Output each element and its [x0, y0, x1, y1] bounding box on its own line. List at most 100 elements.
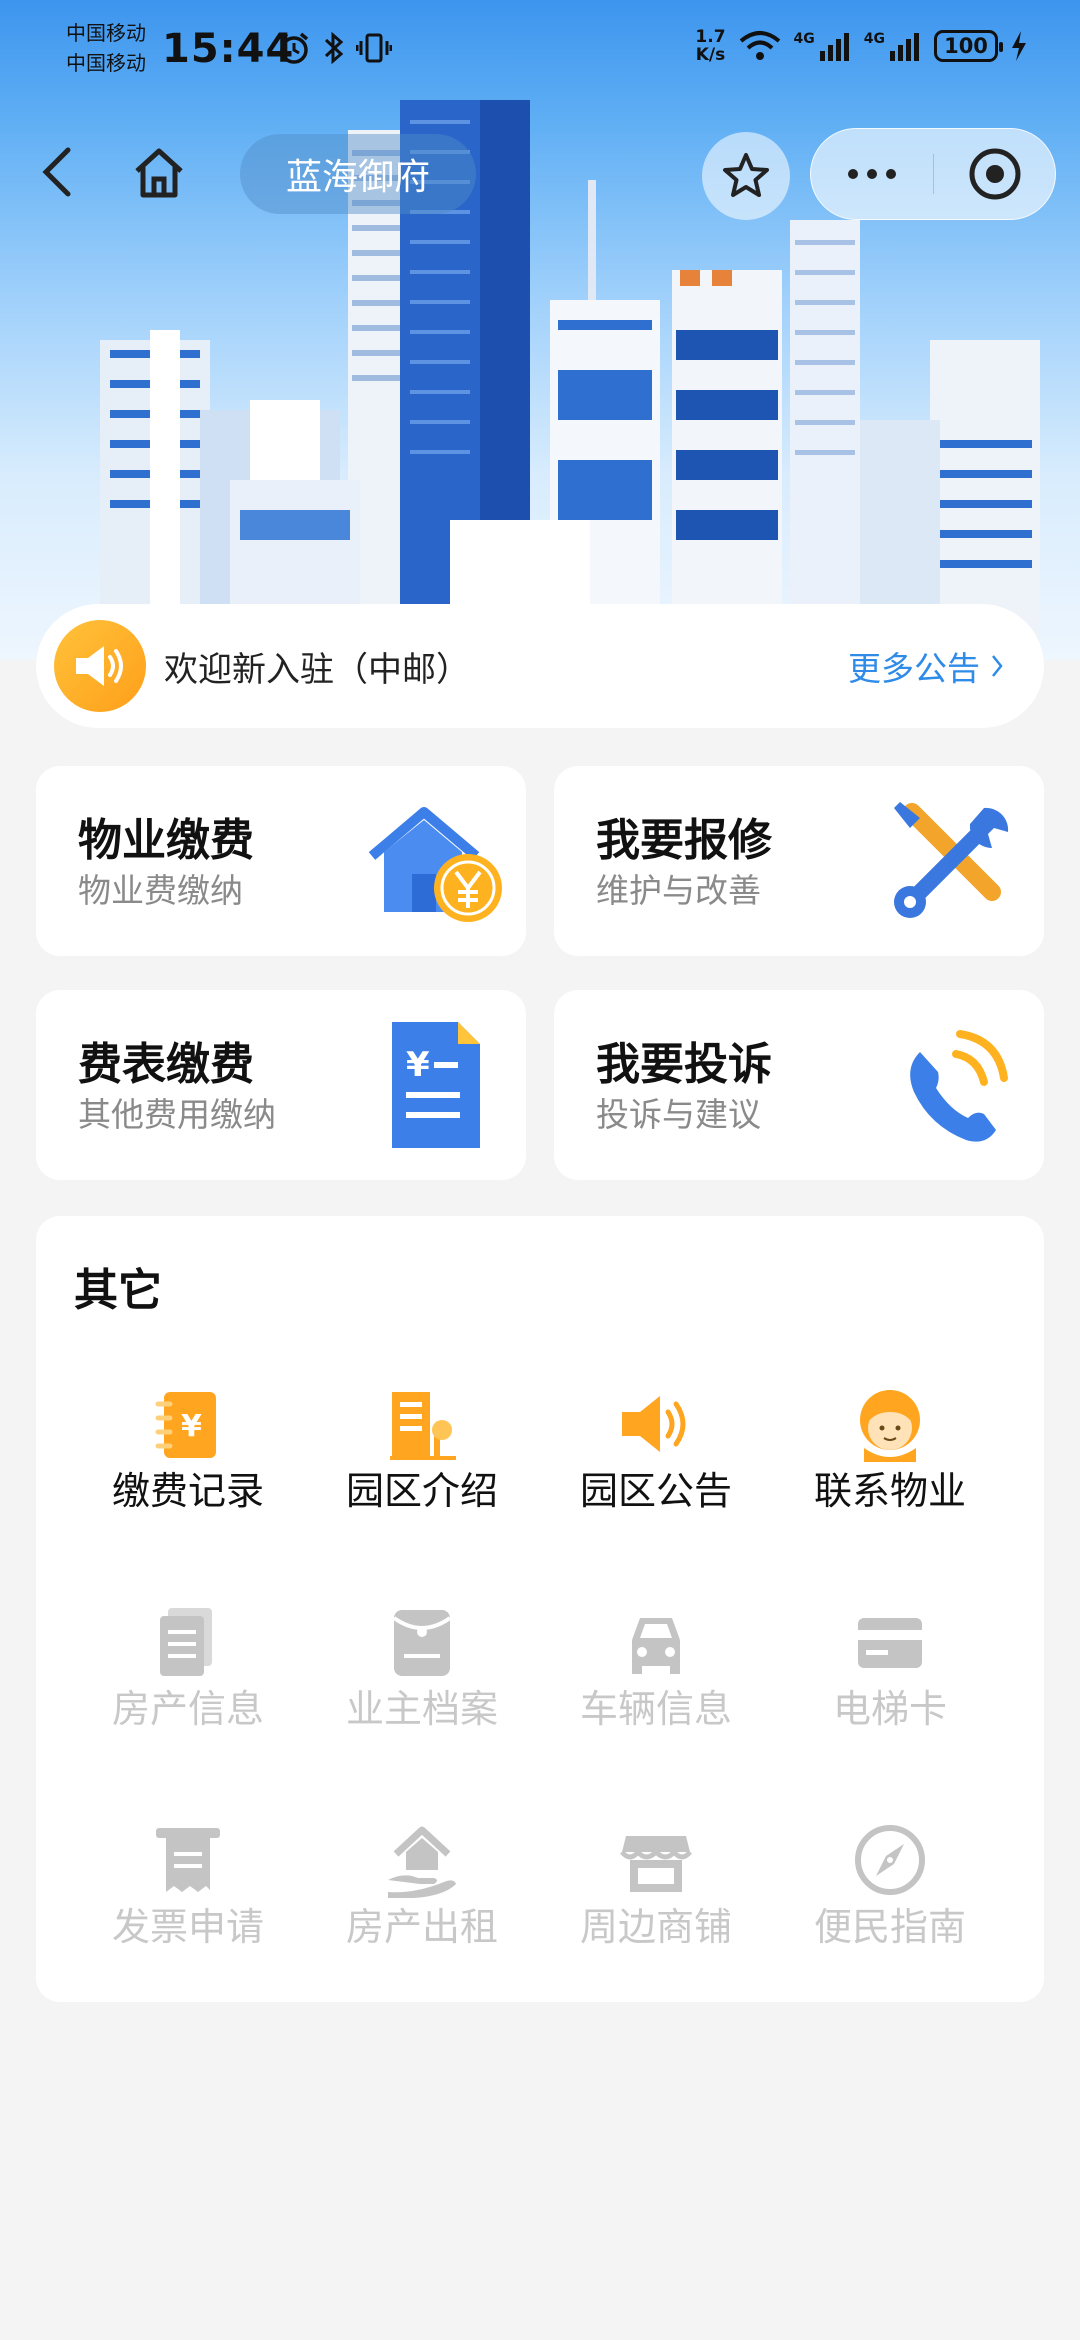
battery-level: 100: [944, 34, 988, 58]
svg-text:¥: ¥: [181, 1409, 202, 1444]
compass-icon: [855, 1825, 925, 1895]
notice-text: 欢迎新入驻（中邮）: [164, 649, 470, 690]
tools-icon: [894, 802, 1009, 918]
more-dot-icon: [886, 169, 896, 179]
grid-item-label: 房产信息: [111, 1687, 264, 1731]
service-card-repair[interactable]: 我要报修 维护与改善: [554, 766, 1044, 956]
grid-item-label: 电梯卡: [832, 1687, 947, 1731]
card-title: 物业缴费: [78, 815, 254, 866]
grid-item-invoice-request[interactable]: 发票申请: [88, 1822, 288, 1982]
notice-bar[interactable]: 欢迎新入驻（中邮） 更多公告: [36, 604, 1044, 728]
wifi-icon: [739, 31, 780, 60]
home-button[interactable]: [128, 142, 190, 204]
more-button[interactable]: [811, 128, 933, 220]
card-subtitle: 维护与改善: [596, 871, 761, 910]
network-type-1: 4G: [793, 31, 815, 47]
more-dot-icon: [848, 169, 858, 179]
network-speed-value: 1.7: [695, 27, 726, 47]
grid-item-label: 联系物业: [813, 1469, 966, 1513]
carrier-2: 中国移动: [66, 51, 146, 75]
charging-icon: [1012, 31, 1026, 61]
others-panel: 其它 ¥ 缴费记录 园区介绍 园区公告 联系物业 房产信息 业主档案 车辆信息 …: [36, 1216, 1044, 2002]
card-title: 费表缴费: [78, 1039, 254, 1090]
card-title: 我要投诉: [596, 1039, 772, 1090]
close-miniprogram-button[interactable]: [934, 128, 1055, 220]
payment-record-icon: ¥: [155, 1392, 216, 1458]
service-card-complaint[interactable]: 我要投诉 投诉与建议: [554, 990, 1044, 1180]
section-title: 其它: [74, 1265, 162, 1316]
grid-item-label: 发票申请: [111, 1905, 264, 1949]
grid-item-label: 园区介绍: [345, 1469, 498, 1513]
grid-item-vehicle-info[interactable]: 车辆信息: [556, 1604, 756, 1764]
house-yen-icon: [368, 807, 502, 922]
grid-item-elevator-card[interactable]: 电梯卡: [790, 1604, 990, 1764]
card-subtitle: 其他费用缴纳: [78, 1095, 276, 1134]
card-subtitle: 物业费缴纳: [78, 871, 243, 910]
signal-icon: [819, 33, 849, 61]
grid-item-owner-archive[interactable]: 业主档案: [322, 1604, 522, 1764]
grid-item-park-intro[interactable]: 园区介绍: [322, 1386, 522, 1546]
signal-icon: [890, 33, 919, 61]
grid-item-nearby-shops[interactable]: 周边商铺: [556, 1822, 756, 1982]
back-button[interactable]: [30, 144, 86, 200]
speaker-icon: [622, 1396, 686, 1452]
chevron-right-icon: [992, 655, 1003, 677]
phone-call-icon: [910, 1030, 1008, 1142]
grid-item-label: 周边商铺: [579, 1905, 732, 1949]
grid-item-label: 园区公告: [579, 1469, 732, 1513]
svg-text:¥: ¥: [406, 1045, 430, 1085]
grid-item-payment-records[interactable]: ¥ 缴费记录: [88, 1386, 288, 1546]
house-hand-icon: [388, 1826, 456, 1898]
grid-item-convenience-guide[interactable]: 便民指南: [790, 1822, 990, 1982]
page-title: 蓝海御府: [240, 134, 476, 214]
grid-item-contact-property[interactable]: 联系物业: [790, 1386, 990, 1546]
star-icon: [723, 153, 769, 197]
card-title: 我要报修: [596, 815, 772, 866]
shop-icon: [620, 1836, 692, 1892]
archive-icon: [392, 1610, 452, 1676]
signal-1: 4G: [794, 31, 852, 61]
status-right-icons: 1.7 K/s 4G 4G 100: [695, 28, 1028, 64]
car-icon: [632, 1618, 680, 1674]
home-icon: [135, 148, 183, 198]
grid-item-park-notices[interactable]: 园区公告: [556, 1386, 756, 1546]
building-icon: [390, 1392, 456, 1460]
status-bar: 中国移动 中国移动 15:44 1.7 K/s 4G 4G 100: [0, 0, 1080, 100]
more-notices-label: 更多公告: [848, 649, 980, 688]
grid-item-label: 房产出租: [345, 1905, 498, 1949]
grid-item-label: 车辆信息: [579, 1687, 732, 1731]
bill-document-icon: ¥: [392, 1022, 480, 1148]
miniprogram-capsule: [810, 128, 1056, 220]
carrier-labels: 中国移动 中国移动: [66, 18, 146, 78]
status-time: 15:44: [162, 26, 295, 72]
bluetooth-icon: [324, 31, 344, 65]
network-speed: 1.7 K/s: [695, 28, 725, 64]
grid-item-property-rental[interactable]: 房产出租: [322, 1822, 522, 1982]
more-notices-link[interactable]: 更多公告: [848, 642, 1004, 690]
grid-item-label: 便民指南: [813, 1905, 966, 1949]
target-close-icon: [969, 148, 1020, 200]
alarm-icon: [279, 32, 309, 64]
battery-indicator: 100: [934, 30, 1003, 62]
card-icon: [858, 1618, 922, 1668]
favorite-button[interactable]: [702, 132, 790, 220]
network-type-2: 4G: [863, 31, 885, 47]
card-subtitle: 投诉与建议: [596, 1095, 761, 1134]
hero-banner: 中国移动 中国移动 15:44 1.7 K/s 4G 4G 100 蓝海御府: [0, 0, 1080, 660]
speaker-icon: [54, 620, 146, 712]
grid-item-label: 业主档案: [345, 1687, 498, 1731]
vibrate-icon: [356, 33, 392, 63]
status-left-icons: [276, 30, 392, 66]
nav-bar: 蓝海御府: [0, 128, 1080, 220]
grid-item-label: 缴费记录: [111, 1469, 264, 1513]
receipt-icon: [156, 1828, 220, 1892]
customer-service-icon: [860, 1390, 920, 1462]
carrier-1: 中国移动: [66, 21, 146, 45]
chevron-left-icon: [42, 147, 71, 197]
more-dot-icon: [867, 169, 877, 179]
grid-item-property-info[interactable]: 房产信息: [88, 1604, 288, 1764]
documents-icon: [160, 1608, 212, 1676]
service-card-property-fee[interactable]: 物业缴费 物业费缴纳: [36, 766, 526, 956]
service-card-meter-fee[interactable]: 费表缴费 其他费用缴纳 ¥: [36, 990, 526, 1180]
signal-2: 4G: [864, 31, 922, 61]
